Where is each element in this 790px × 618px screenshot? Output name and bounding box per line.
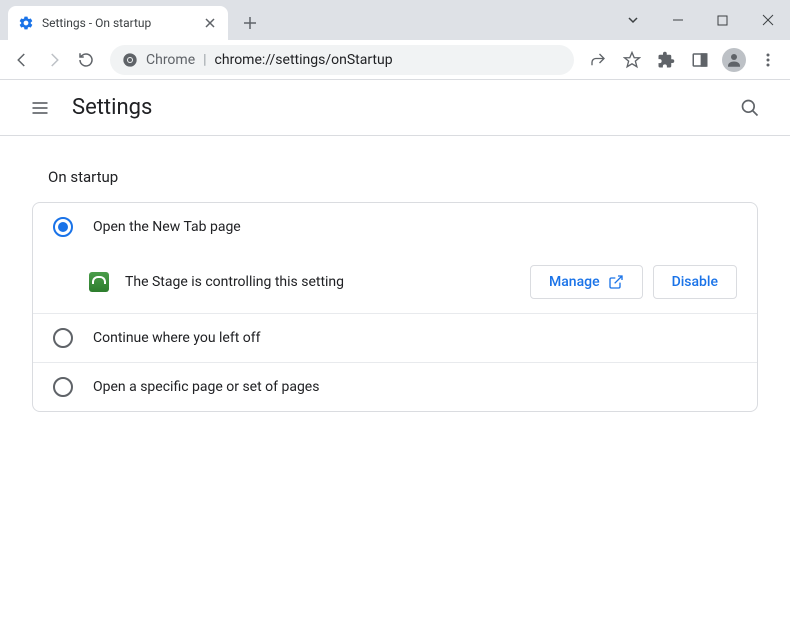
hamburger-menu-button[interactable]	[20, 88, 60, 128]
sidepanel-icon[interactable]	[686, 46, 714, 74]
reload-button[interactable]	[72, 46, 100, 74]
manage-button[interactable]: Manage	[530, 265, 643, 299]
startup-options-card: Open the New Tab page The Stage is contr…	[32, 202, 758, 412]
external-link-icon	[608, 274, 624, 290]
option-continue[interactable]: Continue where you left off	[33, 313, 757, 362]
extensions-icon[interactable]	[652, 46, 680, 74]
radio-unselected-icon	[53, 328, 73, 348]
browser-tab[interactable]: Settings - On startup	[8, 6, 228, 40]
bookmark-icon[interactable]	[618, 46, 646, 74]
option-label: Open a specific page or set of pages	[93, 379, 737, 395]
section-title: On startup	[32, 160, 758, 202]
chevron-down-icon[interactable]	[610, 5, 655, 35]
settings-content: On startup Open the New Tab page The Sta…	[0, 136, 790, 436]
option-open-new-tab[interactable]: Open the New Tab page	[33, 203, 757, 251]
option-label: Open the New Tab page	[93, 219, 737, 235]
maximize-button[interactable]	[700, 5, 745, 35]
disable-button[interactable]: Disable	[653, 265, 737, 299]
disable-button-label: Disable	[672, 274, 718, 290]
url-path: chrome://settings/onStartup	[215, 52, 393, 68]
chrome-icon	[122, 52, 138, 68]
page-title: Settings	[72, 95, 152, 120]
profile-avatar[interactable]	[720, 46, 748, 74]
forward-button[interactable]	[40, 46, 68, 74]
url-origin: Chrome	[146, 52, 195, 68]
radio-unselected-icon	[53, 377, 73, 397]
close-window-button[interactable]	[745, 5, 790, 35]
option-label: Continue where you left off	[93, 330, 737, 346]
search-button[interactable]	[730, 88, 770, 128]
address-bar[interactable]: Chrome | chrome://settings/onStartup	[110, 45, 574, 75]
window-titlebar: Settings - On startup	[0, 0, 790, 40]
back-button[interactable]	[8, 46, 36, 74]
settings-header: Settings	[0, 80, 790, 136]
share-icon[interactable]	[584, 46, 612, 74]
tab-title: Settings - On startup	[42, 16, 202, 30]
new-tab-button[interactable]	[236, 9, 264, 37]
controlled-label: The Stage is controlling this setting	[125, 274, 530, 290]
extension-controlled-notice: The Stage is controlling this setting Ma…	[33, 251, 757, 313]
radio-selected-icon	[53, 217, 73, 237]
url-separator: |	[203, 52, 206, 68]
extension-icon	[89, 272, 109, 292]
minimize-button[interactable]	[655, 5, 700, 35]
manage-button-label: Manage	[549, 274, 600, 290]
close-icon[interactable]	[202, 15, 218, 31]
gear-icon	[18, 15, 34, 31]
option-specific-pages[interactable]: Open a specific page or set of pages	[33, 362, 757, 411]
window-controls	[610, 0, 790, 40]
browser-toolbar: Chrome | chrome://settings/onStartup	[0, 40, 790, 80]
menu-icon[interactable]	[754, 46, 782, 74]
